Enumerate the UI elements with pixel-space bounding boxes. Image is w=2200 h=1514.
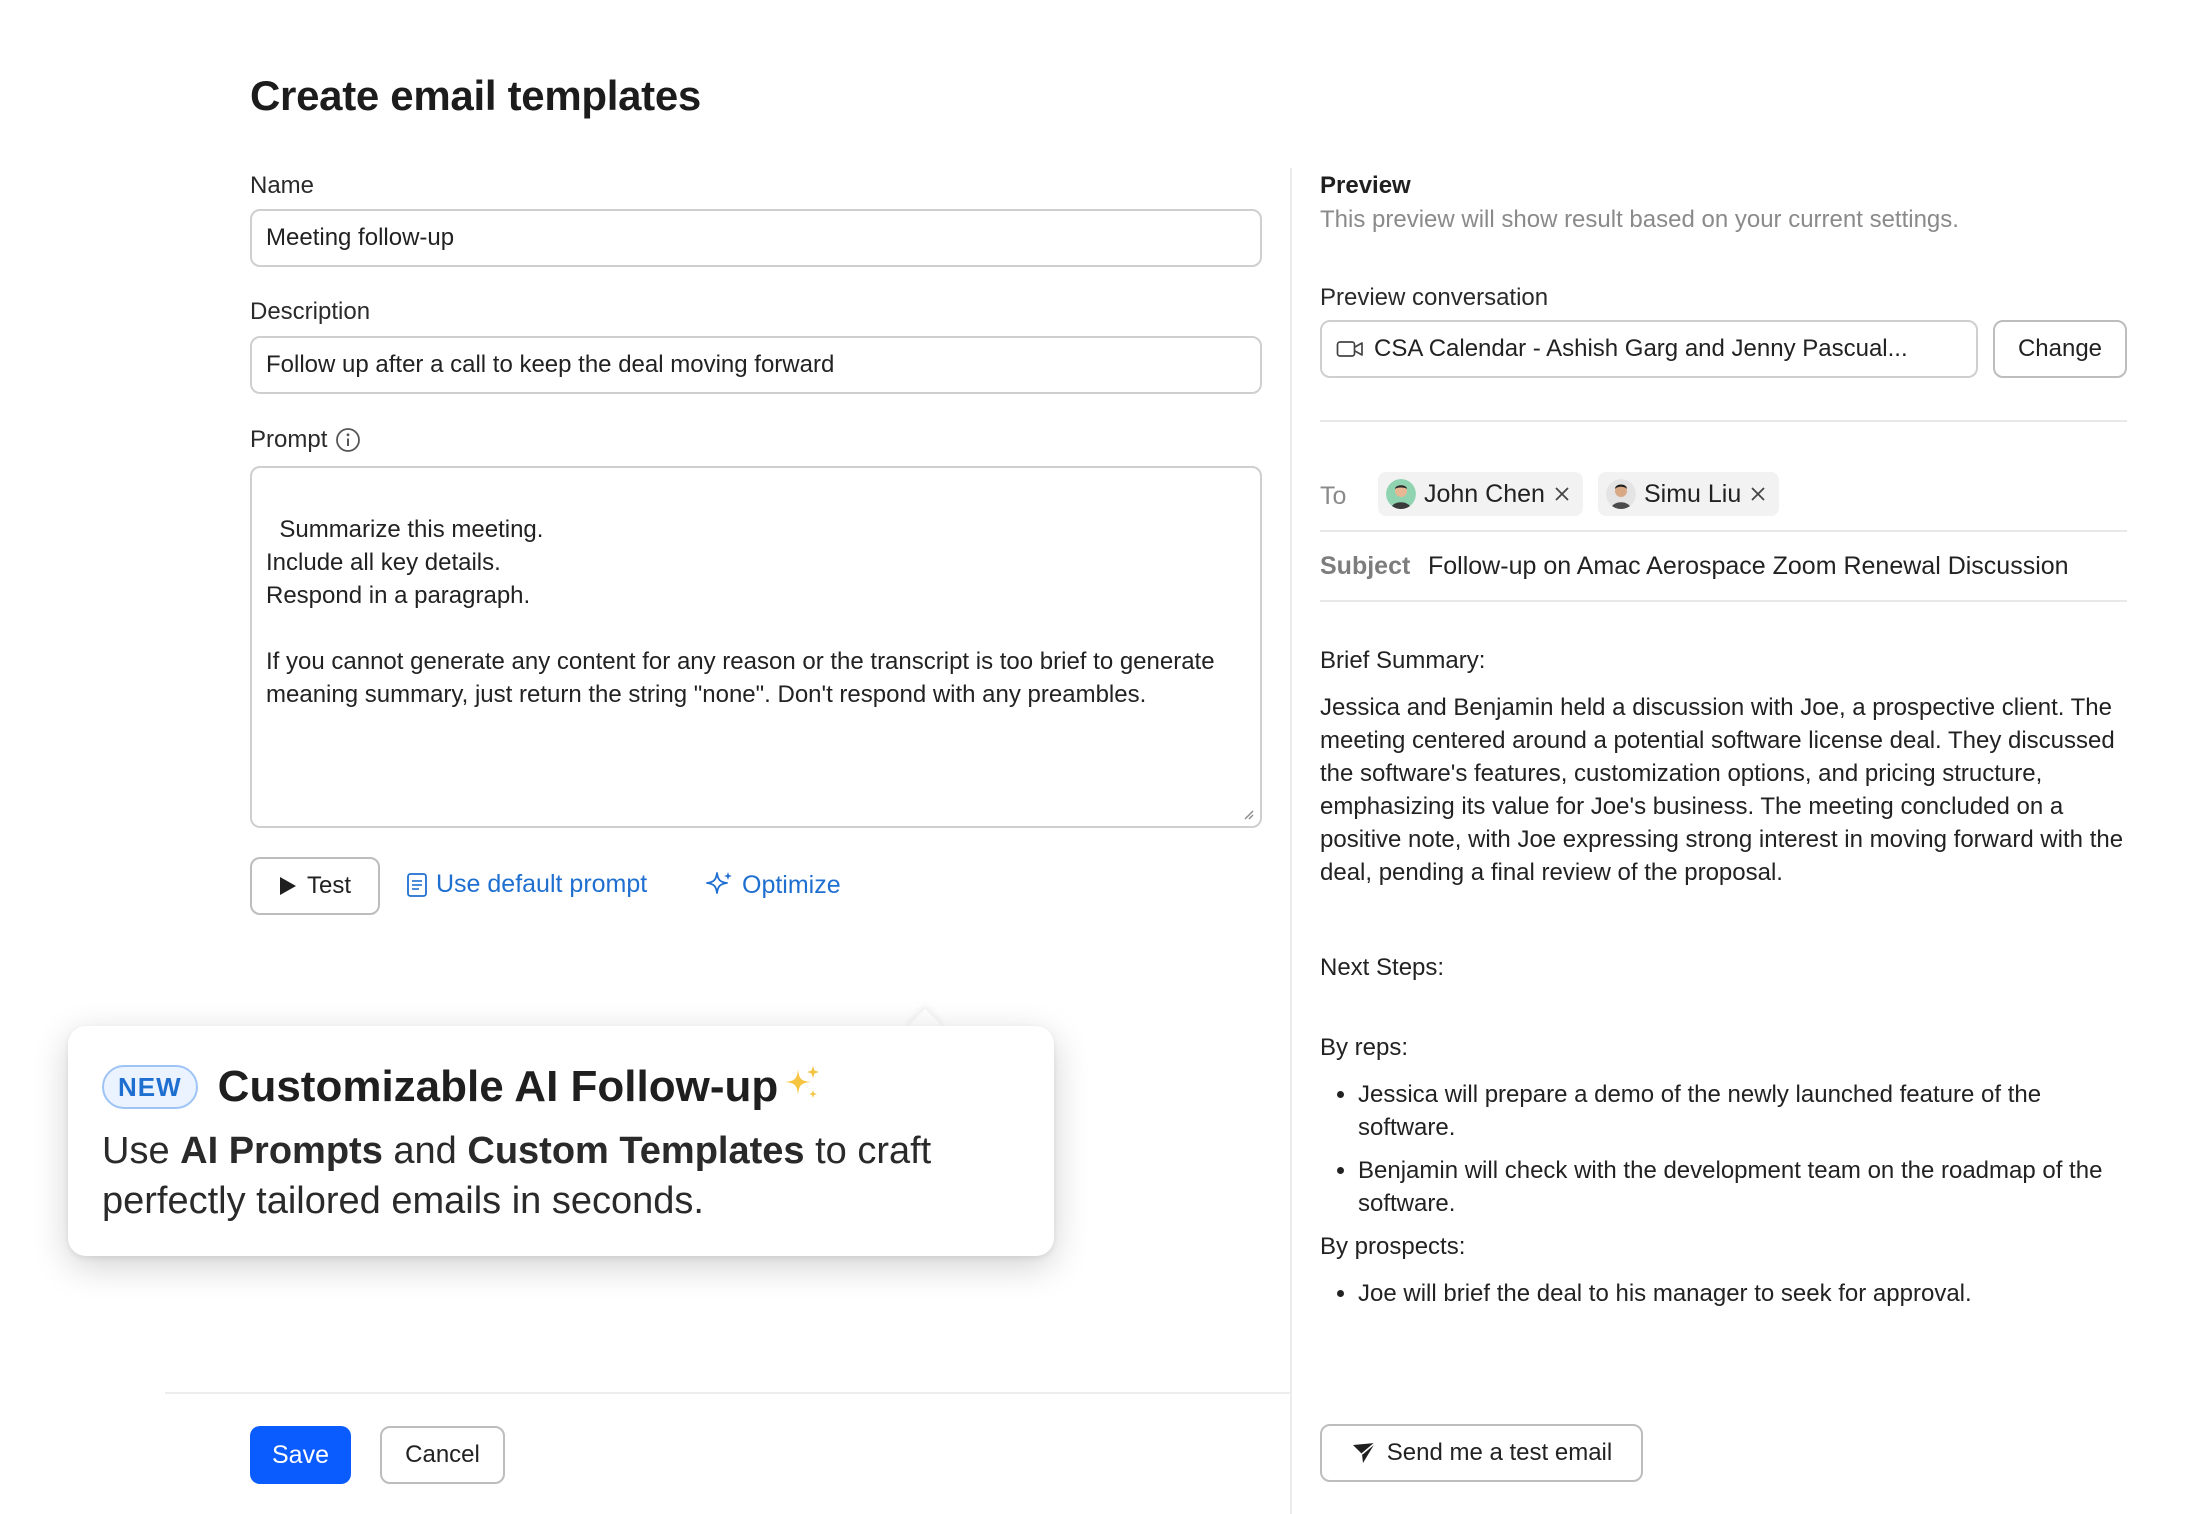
prompt-textarea[interactable]: Summarize this meeting. Include all key … — [250, 466, 1262, 828]
footer-divider — [165, 1392, 1290, 1394]
popover-text-bold: AI Prompts — [180, 1130, 383, 1172]
preview-divider-3 — [1320, 600, 2127, 602]
panel-divider — [1290, 168, 1292, 1514]
resize-grip-icon[interactable] — [1242, 808, 1254, 820]
name-label: Name — [250, 172, 315, 199]
new-badge: NEW — [102, 1065, 198, 1109]
list-item: Joe will brief the deal to his manager t… — [1358, 1277, 2127, 1310]
by-prospects-heading: By prospects: — [1320, 1233, 1466, 1260]
name-input[interactable]: Meeting follow-up — [250, 209, 1262, 267]
preview-conversation-label: Preview conversation — [1320, 284, 1549, 311]
recipient-chip-john-chen[interactable]: John Chen — [1378, 472, 1583, 516]
subject-label: Subject — [1320, 552, 1411, 580]
recipient-chip-simu-liu[interactable]: Simu Liu — [1598, 472, 1780, 516]
recipient-name: Simu Liu — [1644, 479, 1742, 508]
change-button-label: Change — [2017, 335, 2103, 362]
optimize-label: Optimize — [742, 870, 841, 899]
brief-summary-heading: Brief Summary: — [1320, 647, 1486, 674]
by-prospects-list: Joe will brief the deal to his manager t… — [1320, 1277, 2127, 1310]
preview-conversation-select[interactable]: CSA Calendar - Ashish Garg and Jenny Pas… — [1320, 320, 1978, 378]
test-button[interactable]: Test — [250, 857, 380, 915]
feature-announcement-popover: NEW Customizable AI Follow-up Use AI Pro… — [68, 1026, 1054, 1256]
brief-summary-text: Jessica and Benjamin held a discussion w… — [1320, 694, 2124, 886]
cancel-button[interactable]: Cancel — [380, 1426, 505, 1484]
close-icon[interactable] — [1749, 485, 1767, 503]
popover-text-bold: Custom Templates — [467, 1130, 805, 1172]
close-icon[interactable] — [1553, 485, 1571, 503]
popover-text-part: and — [382, 1130, 468, 1172]
avatar — [1606, 479, 1636, 509]
save-button[interactable]: Save — [250, 1426, 351, 1484]
change-button[interactable]: Change — [1993, 320, 2127, 378]
prompt-label-row: Prompt — [250, 426, 361, 454]
email-body: Brief Summary: Jessica and Benjamin held… — [1320, 644, 2127, 1320]
info-icon[interactable] — [335, 427, 361, 453]
by-reps-heading: By reps: — [1320, 1034, 1409, 1061]
list-item: Benjamin will check with the development… — [1358, 1154, 2127, 1220]
prompt-label: Prompt — [250, 426, 328, 453]
optimize-link[interactable]: Optimize — [704, 870, 841, 900]
description-input[interactable]: Follow up after a call to keep the deal … — [250, 336, 1262, 394]
list-item: Jessica will prepare a demo of the newly… — [1358, 1078, 2127, 1144]
to-label: To — [1320, 482, 1347, 510]
description-label: Description — [250, 298, 371, 325]
cancel-button-label: Cancel — [405, 1441, 480, 1468]
popover-header: NEW Customizable AI Follow-up — [102, 1062, 822, 1112]
popover-description: Use AI Prompts and Custom Templates to c… — [102, 1126, 1012, 1226]
sparkle-icon — [785, 1066, 820, 1098]
preview-divider-2 — [1320, 530, 2127, 532]
next-steps-heading: Next Steps: — [1320, 954, 1445, 981]
popover-title: Customizable AI Follow-up — [217, 1062, 779, 1111]
by-reps-list: Jessica will prepare a demo of the newly… — [1320, 1078, 2127, 1220]
preview-divider-1 — [1320, 420, 2127, 422]
sparkle-icon — [706, 872, 732, 894]
subject-value: Follow-up on Amac Aerospace Zoom Renewal… — [1428, 552, 2069, 580]
send-test-email-button[interactable]: Send me a test email — [1320, 1424, 1643, 1482]
name-input-value: Meeting follow-up — [266, 224, 455, 251]
video-camera-icon — [1336, 341, 1363, 357]
send-icon — [1352, 1442, 1376, 1463]
save-button-label: Save — [272, 1440, 329, 1469]
document-icon — [407, 872, 427, 897]
page-title: Create email templates — [250, 72, 701, 119]
test-button-label: Test — [306, 872, 351, 899]
preview-conversation-value: CSA Calendar - Ashish Garg and Jenny Pas… — [1374, 335, 1908, 362]
preview-subtitle: This preview will show result based on y… — [1320, 206, 1959, 233]
recipient-name: John Chen — [1424, 479, 1545, 508]
prompt-textarea-value: Summarize this meeting. Include all key … — [266, 516, 1215, 708]
play-icon — [279, 877, 296, 895]
avatar — [1386, 479, 1416, 509]
popover-text-part: Use — [102, 1130, 181, 1172]
use-default-prompt-link[interactable]: Use default prompt — [406, 870, 647, 899]
description-input-value: Follow up after a call to keep the deal … — [266, 351, 835, 378]
use-default-prompt-label: Use default prompt — [436, 870, 648, 898]
preview-title: Preview — [1320, 172, 1411, 199]
send-test-email-label: Send me a test email — [1386, 1439, 1613, 1466]
